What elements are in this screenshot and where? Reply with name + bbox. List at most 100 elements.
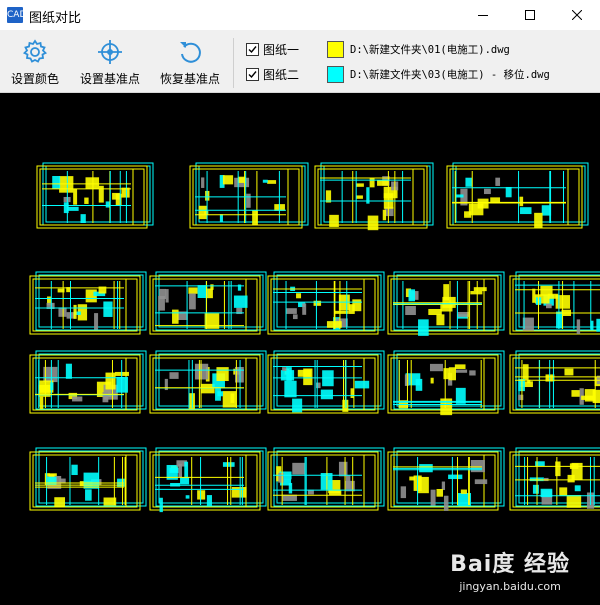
sheet-content-block xyxy=(405,306,416,316)
restore-base-point-button[interactable]: 恢复基准点 xyxy=(156,34,224,88)
sheet-content-block xyxy=(303,368,313,386)
sheet-content-block xyxy=(436,314,445,326)
sheet-content-block xyxy=(302,303,307,315)
sheet-content-block xyxy=(172,309,179,324)
sheet-content-block xyxy=(443,368,450,380)
layer2-label: 图纸二 xyxy=(263,67,300,82)
sheet-content-block xyxy=(369,177,375,188)
close-button[interactable] xyxy=(554,0,600,30)
sheet-content-block xyxy=(520,207,532,215)
layer-row-2: 图纸二 D:\新建文件夹\03(电施工) - 移位.dwg xyxy=(246,64,550,84)
sheet-content-block xyxy=(382,209,387,221)
sheet-content-block xyxy=(284,380,297,398)
sheet-content-block xyxy=(404,374,409,386)
sheet-content-block xyxy=(566,494,582,508)
gear-icon xyxy=(22,39,48,63)
sheet-content-block xyxy=(367,215,379,231)
sheet-content-block xyxy=(490,197,501,203)
set-base-point-button[interactable]: 设置基准点 xyxy=(76,34,144,88)
sheet-content-block xyxy=(188,287,198,294)
sheet-content-block xyxy=(519,196,524,207)
sheet-content-block xyxy=(350,388,354,398)
layer1-label: 图纸一 xyxy=(263,42,300,57)
sheet-content-block xyxy=(201,177,205,188)
maximize-button[interactable] xyxy=(507,0,553,30)
layer1-checkbox[interactable] xyxy=(246,42,259,56)
sheet-frame-a xyxy=(267,275,379,335)
toolbar-separator xyxy=(233,38,234,88)
sheet-content-block xyxy=(559,487,568,496)
drawing-canvas[interactable]: Bai度 经验 jingyan.baidu.com xyxy=(0,93,600,605)
title-bar: CAD 图纸对比 xyxy=(0,0,600,30)
close-icon xyxy=(572,10,582,20)
sheet-frame-b xyxy=(195,162,309,226)
sheet-content-block xyxy=(315,382,321,389)
sheet-content-block xyxy=(436,488,444,497)
sheet-content-block xyxy=(320,389,333,400)
sheet-content-block xyxy=(329,214,339,227)
sheet-content-block xyxy=(262,179,268,183)
sheet-content-block xyxy=(184,461,189,479)
sheet-content-block xyxy=(581,395,594,400)
sheet-inner-b xyxy=(323,165,431,223)
set-color-button[interactable]: 设置颜色 xyxy=(6,34,64,88)
sheet-content-block xyxy=(545,303,552,309)
minimize-button[interactable] xyxy=(460,0,506,30)
sheet-content-block xyxy=(564,368,574,376)
layer2-color-swatch[interactable] xyxy=(327,65,344,83)
sheet-content-block xyxy=(415,378,423,391)
sheet-content-block xyxy=(522,364,529,380)
sheet-content-block xyxy=(231,487,247,498)
sheet-inner-b xyxy=(158,353,264,407)
sheet-content-block xyxy=(169,468,179,474)
layer1-color-swatch[interactable] xyxy=(327,40,344,58)
sheet-content-block xyxy=(278,472,284,483)
sheet-content-block xyxy=(477,198,489,209)
sheet-content-block xyxy=(441,481,446,491)
sheet-content-block xyxy=(85,177,100,189)
sheet-content-block xyxy=(80,214,86,224)
sheet-content-block xyxy=(470,291,483,295)
layer-row-1: 图纸一 D:\新建文件夹\01(电施工).dwg xyxy=(246,39,510,59)
sheet-content-block xyxy=(505,186,512,198)
sheet-content-block xyxy=(418,319,429,336)
sheet-content-block xyxy=(219,214,223,223)
sheet-content-block xyxy=(448,474,463,480)
restore-base-point-label: 恢复基准点 xyxy=(159,72,220,86)
layer1-file-path: D:\新建文件夹\01(电施工).dwg xyxy=(350,43,510,56)
sheet-content-block xyxy=(230,393,235,403)
sheet-content-block xyxy=(215,386,221,401)
drawing-overlay xyxy=(29,162,600,513)
sheet-content-block xyxy=(455,194,464,198)
sheet-content-block xyxy=(102,392,109,403)
sheet-content-block xyxy=(465,177,473,187)
sheet-content-block xyxy=(206,495,212,507)
checkmark-icon xyxy=(248,45,257,53)
sheet-content-block xyxy=(84,197,89,204)
sheet-content-block xyxy=(428,308,442,316)
watermark-url: jingyan.baidu.com xyxy=(459,580,561,593)
sheet-content-block xyxy=(52,176,61,189)
sheet-frame-a xyxy=(36,165,148,229)
sheet-content-block xyxy=(377,180,389,186)
checkmark-icon xyxy=(248,70,257,78)
sheet-content-block xyxy=(292,462,306,475)
sheet-content-block xyxy=(185,495,190,499)
restore-icon xyxy=(180,42,201,63)
sheet-inner-b xyxy=(276,274,382,328)
sheet-content-block xyxy=(470,460,485,473)
sheet-content-block xyxy=(58,307,67,317)
sheet-content-block xyxy=(338,461,348,477)
toolbar: 设置颜色 设置基准点 恢复基准点 图纸一 D:\新建文件夹\01(电施工).dw… xyxy=(0,30,600,93)
sheet-content-block xyxy=(464,211,472,218)
sheet-content-block xyxy=(355,195,363,199)
sheet-content-block xyxy=(596,318,600,332)
sheet-frame-a xyxy=(509,451,600,511)
drawing-compare-window: CAD 图纸对比 设置颜色 设置基准点 恢复基准点 图纸一 D:\新建文件夹\0… xyxy=(0,0,600,605)
sheet-content-block xyxy=(474,479,488,485)
sheet-content-block xyxy=(532,288,536,303)
sheet-content-block xyxy=(354,380,370,389)
layer2-checkbox[interactable] xyxy=(246,67,259,81)
sheet-content-block xyxy=(206,288,213,299)
sheet-content-block xyxy=(47,476,57,485)
